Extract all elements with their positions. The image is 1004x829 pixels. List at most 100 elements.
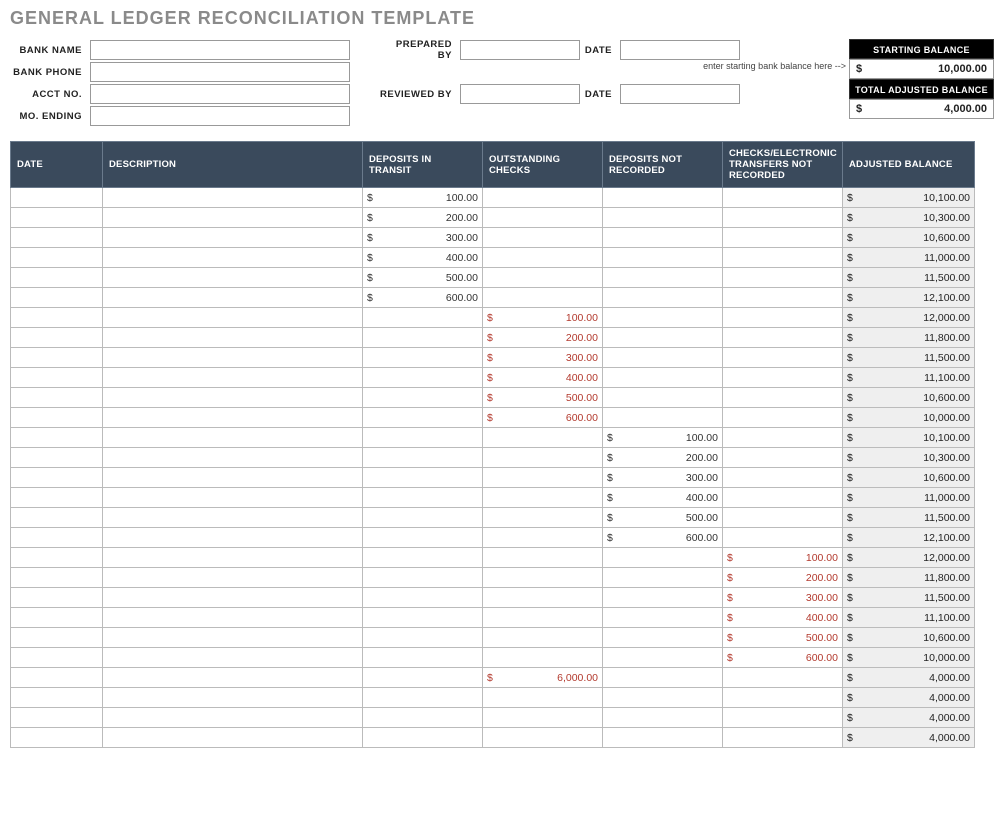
date-cell[interactable] bbox=[11, 228, 103, 248]
amount-cell[interactable] bbox=[483, 548, 603, 568]
description-cell[interactable] bbox=[103, 368, 363, 388]
amount-cell[interactable] bbox=[363, 448, 483, 468]
amount-cell[interactable] bbox=[723, 288, 843, 308]
date-cell[interactable] bbox=[11, 668, 103, 688]
amount-cell[interactable] bbox=[363, 548, 483, 568]
amount-cell[interactable] bbox=[603, 568, 723, 588]
date-cell[interactable] bbox=[11, 528, 103, 548]
amount-cell[interactable] bbox=[723, 368, 843, 388]
date-cell[interactable] bbox=[11, 308, 103, 328]
amount-cell[interactable] bbox=[483, 628, 603, 648]
amount-cell[interactable] bbox=[483, 708, 603, 728]
amount-cell[interactable] bbox=[483, 228, 603, 248]
description-cell[interactable] bbox=[103, 268, 363, 288]
amount-cell[interactable] bbox=[603, 368, 723, 388]
date-cell[interactable] bbox=[11, 448, 103, 468]
amount-cell[interactable] bbox=[723, 228, 843, 248]
description-cell[interactable] bbox=[103, 728, 363, 748]
amount-cell[interactable] bbox=[723, 508, 843, 528]
amount-cell[interactable] bbox=[723, 468, 843, 488]
amount-cell[interactable] bbox=[603, 308, 723, 328]
date-cell[interactable] bbox=[11, 568, 103, 588]
amount-cell[interactable]: $100.00 bbox=[363, 188, 483, 208]
reviewed-date-input[interactable] bbox=[620, 84, 740, 104]
description-cell[interactable] bbox=[103, 488, 363, 508]
amount-cell[interactable]: $600.00 bbox=[723, 648, 843, 668]
amount-cell[interactable] bbox=[363, 328, 483, 348]
amount-cell[interactable] bbox=[723, 208, 843, 228]
amount-cell[interactable]: $600.00 bbox=[603, 528, 723, 548]
description-cell[interactable] bbox=[103, 208, 363, 228]
amount-cell[interactable]: $400.00 bbox=[363, 248, 483, 268]
amount-cell[interactable]: $200.00 bbox=[603, 448, 723, 468]
amount-cell[interactable] bbox=[483, 248, 603, 268]
amount-cell[interactable] bbox=[363, 368, 483, 388]
amount-cell[interactable]: $100.00 bbox=[483, 308, 603, 328]
amount-cell[interactable]: $600.00 bbox=[363, 288, 483, 308]
amount-cell[interactable] bbox=[483, 688, 603, 708]
amount-cell[interactable] bbox=[603, 688, 723, 708]
amount-cell[interactable] bbox=[603, 328, 723, 348]
amount-cell[interactable] bbox=[483, 428, 603, 448]
date-cell[interactable] bbox=[11, 468, 103, 488]
amount-cell[interactable] bbox=[603, 208, 723, 228]
description-cell[interactable] bbox=[103, 528, 363, 548]
amount-cell[interactable] bbox=[723, 328, 843, 348]
amount-cell[interactable] bbox=[363, 308, 483, 328]
amount-cell[interactable] bbox=[363, 588, 483, 608]
amount-cell[interactable]: $300.00 bbox=[483, 348, 603, 368]
amount-cell[interactable]: $500.00 bbox=[483, 388, 603, 408]
amount-cell[interactable]: $100.00 bbox=[723, 548, 843, 568]
amount-cell[interactable]: $200.00 bbox=[483, 328, 603, 348]
amount-cell[interactable] bbox=[603, 628, 723, 648]
date-cell[interactable] bbox=[11, 268, 103, 288]
amount-cell[interactable] bbox=[603, 608, 723, 628]
amount-cell[interactable] bbox=[603, 248, 723, 268]
amount-cell[interactable] bbox=[363, 568, 483, 588]
amount-cell[interactable] bbox=[723, 708, 843, 728]
bank-name-input[interactable] bbox=[90, 40, 350, 60]
amount-cell[interactable] bbox=[603, 648, 723, 668]
amount-cell[interactable] bbox=[483, 188, 603, 208]
amount-cell[interactable] bbox=[723, 488, 843, 508]
amount-cell[interactable] bbox=[723, 728, 843, 748]
amount-cell[interactable] bbox=[483, 468, 603, 488]
amount-cell[interactable] bbox=[363, 388, 483, 408]
amount-cell[interactable] bbox=[363, 628, 483, 648]
date-cell[interactable] bbox=[11, 388, 103, 408]
date-cell[interactable] bbox=[11, 208, 103, 228]
acct-no-input[interactable] bbox=[90, 84, 350, 104]
date-cell[interactable] bbox=[11, 628, 103, 648]
amount-cell[interactable] bbox=[363, 708, 483, 728]
amount-cell[interactable] bbox=[483, 728, 603, 748]
description-cell[interactable] bbox=[103, 668, 363, 688]
amount-cell[interactable] bbox=[603, 708, 723, 728]
date-cell[interactable] bbox=[11, 588, 103, 608]
amount-cell[interactable] bbox=[363, 428, 483, 448]
description-cell[interactable] bbox=[103, 288, 363, 308]
date-cell[interactable] bbox=[11, 328, 103, 348]
description-cell[interactable] bbox=[103, 348, 363, 368]
date-cell[interactable] bbox=[11, 688, 103, 708]
amount-cell[interactable] bbox=[723, 308, 843, 328]
description-cell[interactable] bbox=[103, 648, 363, 668]
amount-cell[interactable] bbox=[723, 448, 843, 468]
amount-cell[interactable] bbox=[603, 588, 723, 608]
amount-cell[interactable] bbox=[483, 508, 603, 528]
amount-cell[interactable] bbox=[363, 408, 483, 428]
amount-cell[interactable]: $500.00 bbox=[723, 628, 843, 648]
description-cell[interactable] bbox=[103, 448, 363, 468]
amount-cell[interactable] bbox=[723, 248, 843, 268]
amount-cell[interactable] bbox=[723, 428, 843, 448]
amount-cell[interactable] bbox=[483, 268, 603, 288]
description-cell[interactable] bbox=[103, 688, 363, 708]
amount-cell[interactable] bbox=[363, 608, 483, 628]
amount-cell[interactable]: $400.00 bbox=[723, 608, 843, 628]
amount-cell[interactable] bbox=[483, 528, 603, 548]
date-cell[interactable] bbox=[11, 648, 103, 668]
date-cell[interactable] bbox=[11, 508, 103, 528]
amount-cell[interactable] bbox=[603, 548, 723, 568]
description-cell[interactable] bbox=[103, 308, 363, 328]
amount-cell[interactable] bbox=[603, 728, 723, 748]
amount-cell[interactable] bbox=[603, 188, 723, 208]
